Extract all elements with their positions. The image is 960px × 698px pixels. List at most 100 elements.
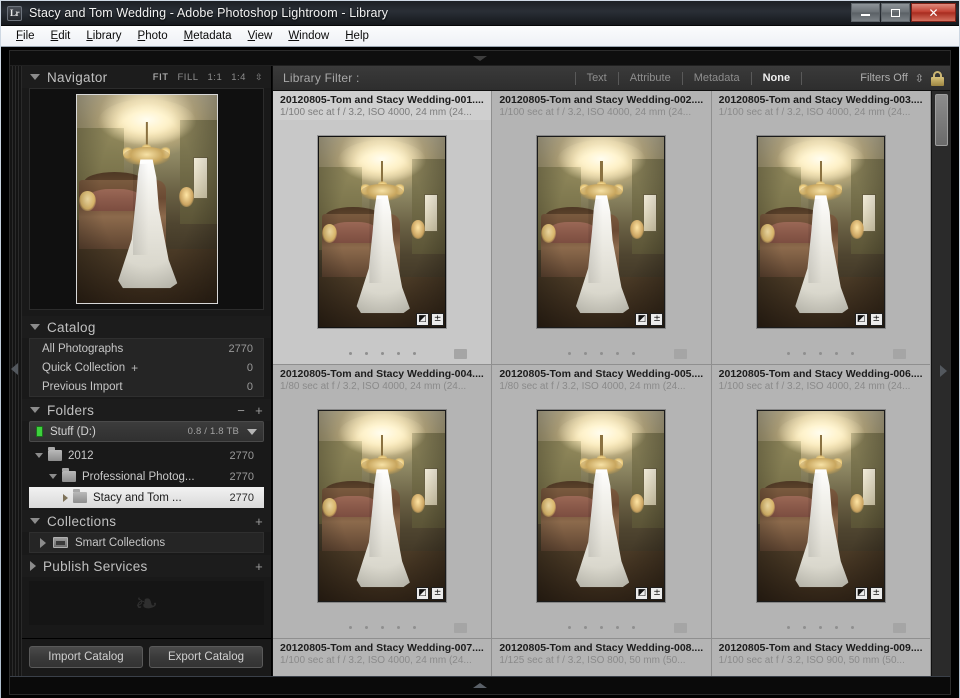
folder-row-2012[interactable]: 2012 2770 (29, 445, 264, 466)
minimize-button[interactable] (851, 3, 880, 22)
rating-star-dot-icon[interactable] (819, 352, 822, 355)
thumbnail[interactable]: ◩± (537, 410, 665, 602)
color-label-swatch[interactable] (674, 623, 687, 633)
rating-star-dot-icon[interactable] (787, 626, 790, 629)
add-collection-icon[interactable]: + (255, 514, 263, 529)
catalog-item-quick-collection[interactable]: Quick Collection + 0 (30, 358, 263, 377)
menu-item-help[interactable]: Help (337, 28, 377, 44)
menu-item-photo[interactable]: Photo (130, 28, 176, 44)
grid-cell[interactable]: 20120805-Tom and Stacy Wedding-006....1/… (712, 365, 931, 639)
filter-lock-icon[interactable] (931, 71, 944, 86)
color-label-swatch[interactable] (454, 623, 467, 633)
catalog-header[interactable]: Catalog (22, 316, 271, 338)
filter-tab-text[interactable]: Text (577, 72, 617, 84)
left-panel-collapse-icon[interactable] (11, 363, 18, 375)
rating-star-dot-icon[interactable] (568, 626, 571, 629)
rating-star-dot-icon[interactable] (632, 626, 635, 629)
collections-item-smart-collections[interactable]: Smart Collections (30, 533, 263, 552)
rating-star-dot-icon[interactable] (632, 352, 635, 355)
color-label-swatch[interactable] (454, 349, 467, 359)
thumbnail[interactable]: ◩± (537, 136, 665, 328)
disclosure-triangle-icon[interactable] (30, 518, 40, 524)
zoom-1-4-button[interactable]: 1:4 (231, 72, 246, 83)
filter-tab-none[interactable]: None (753, 72, 801, 84)
rating-star-dot-icon[interactable] (349, 352, 352, 355)
menu-item-view[interactable]: View (240, 28, 281, 44)
color-label-swatch[interactable] (674, 349, 687, 359)
volume-menu-icon[interactable] (247, 429, 257, 435)
menu-item-window[interactable]: Window (280, 28, 337, 44)
rating-star-dot-icon[interactable] (568, 352, 571, 355)
rating-star-dot-icon[interactable] (413, 626, 416, 629)
grid-cell[interactable]: 20120805-Tom and Stacy Wedding-002....1/… (492, 91, 711, 365)
rating-star-dot-icon[interactable] (787, 352, 790, 355)
rating-star-dot-icon[interactable] (835, 352, 838, 355)
catalog-item-previous-import[interactable]: Previous Import 0 (30, 377, 263, 396)
folders-header[interactable]: Folders − + (22, 399, 271, 421)
keyword-tag-badge-icon[interactable]: ◩ (635, 587, 648, 600)
grid-cell[interactable]: 20120805-Tom and Stacy Wedding-003....1/… (712, 91, 931, 365)
grid-cell[interactable]: 20120805-Tom and Stacy Wedding-008....1/… (492, 639, 711, 676)
rating-star-dot-icon[interactable] (397, 352, 400, 355)
disclosure-triangle-icon[interactable] (30, 324, 40, 330)
close-button[interactable]: ✕ (911, 3, 956, 22)
rating-star-dot-icon[interactable] (851, 626, 854, 629)
grid-cell[interactable]: 20120805-Tom and Stacy Wedding-004....1/… (273, 365, 492, 639)
keyword-tag-badge-icon[interactable]: ◩ (416, 587, 429, 600)
grid-scrollbar[interactable] (931, 91, 950, 676)
rating-star-dot-icon[interactable] (413, 352, 416, 355)
rating-star-dot-icon[interactable] (851, 352, 854, 355)
rating-row[interactable] (492, 343, 710, 364)
filter-tab-attribute[interactable]: Attribute (620, 72, 681, 84)
menu-item-library[interactable]: Library (78, 28, 129, 44)
rating-star-dot-icon[interactable] (819, 626, 822, 629)
quick-collection-plus-icon[interactable]: + (131, 361, 138, 375)
thumbnail[interactable]: ◩± (757, 136, 885, 328)
zoom-fill-button[interactable]: FILL (178, 72, 199, 83)
right-panel-collapse-icon[interactable] (940, 365, 947, 377)
volume-row-stuff-d[interactable]: Stuff (D:) 0.8 / 1.8 TB (29, 421, 264, 442)
rating-star-dot-icon[interactable] (600, 626, 603, 629)
rating-row[interactable] (492, 617, 710, 638)
rating-star-dot-icon[interactable] (616, 352, 619, 355)
zoom-1-1-button[interactable]: 1:1 (208, 72, 223, 83)
keyword-tag-badge-icon[interactable]: ◩ (855, 313, 868, 326)
collections-header[interactable]: Collections + (22, 510, 271, 532)
rating-row[interactable] (712, 617, 930, 638)
rating-star-dot-icon[interactable] (381, 626, 384, 629)
disclosure-triangle-icon[interactable] (30, 74, 40, 80)
catalog-item-all-photographs[interactable]: All Photographs 2770 (30, 339, 263, 358)
disclosure-triangle-icon[interactable] (30, 561, 36, 571)
rating-star-dot-icon[interactable] (349, 626, 352, 629)
rating-star-dot-icon[interactable] (381, 352, 384, 355)
filter-tab-metadata[interactable]: Metadata (684, 72, 750, 84)
navigator-header[interactable]: Navigator FIT FILL 1:1 1:4 ⇳ (22, 66, 271, 88)
develop-settings-badge-icon[interactable]: ± (431, 313, 444, 326)
color-label-swatch[interactable] (893, 349, 906, 359)
rating-star-dot-icon[interactable] (584, 626, 587, 629)
filmstrip-toggle[interactable] (10, 676, 950, 694)
thumbnail[interactable]: ◩± (318, 136, 446, 328)
rating-star-dot-icon[interactable] (584, 352, 587, 355)
rating-row[interactable] (712, 343, 930, 364)
add-folder-icon[interactable]: + (255, 403, 263, 418)
rating-row[interactable] (273, 343, 491, 364)
import-catalog-button[interactable]: Import Catalog (29, 646, 143, 668)
publish-services-header[interactable]: Publish Services + (22, 555, 271, 577)
keyword-tag-badge-icon[interactable]: ◩ (416, 313, 429, 326)
color-label-swatch[interactable] (893, 623, 906, 633)
rating-star-dot-icon[interactable] (600, 352, 603, 355)
add-publish-service-icon[interactable]: + (255, 559, 263, 574)
develop-settings-badge-icon[interactable]: ± (870, 313, 883, 326)
zoom-fit-button[interactable]: FIT (153, 72, 169, 83)
disclosure-triangle-icon[interactable] (49, 474, 57, 479)
zoom-stepper-icon[interactable]: ⇳ (255, 72, 263, 83)
folder-row-stacy-and-tom[interactable]: Stacy and Tom ... 2770 (29, 487, 264, 508)
disclosure-triangle-icon[interactable] (40, 538, 46, 548)
develop-settings-badge-icon[interactable]: ± (650, 313, 663, 326)
rating-star-dot-icon[interactable] (803, 626, 806, 629)
menu-item-metadata[interactable]: Metadata (176, 28, 240, 44)
folder-row-professional-photography[interactable]: Professional Photog... 2770 (29, 466, 264, 487)
develop-settings-badge-icon[interactable]: ± (431, 587, 444, 600)
keyword-tag-badge-icon[interactable]: ◩ (635, 313, 648, 326)
